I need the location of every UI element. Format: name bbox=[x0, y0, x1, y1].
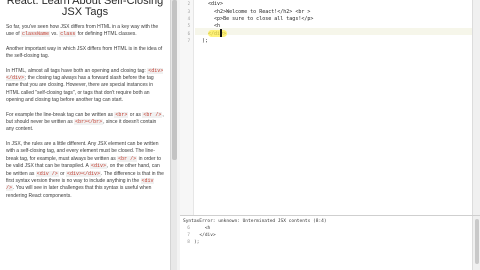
console-scrollbar[interactable] bbox=[472, 216, 480, 270]
inline-code: class bbox=[59, 31, 77, 38]
console-line-number: 7 bbox=[187, 233, 190, 238]
line-number: 2 bbox=[187, 1, 190, 7]
lesson-paragraph: In HTML, almost all tags have both an op… bbox=[6, 67, 164, 105]
inline-code: className bbox=[21, 31, 51, 38]
lesson-paragraph: Another important way in which JSX diffe… bbox=[6, 46, 164, 61]
console-scrollbar-thumb[interactable] bbox=[475, 219, 479, 264]
console-text: <h bbox=[194, 226, 211, 231]
line-number: 6 bbox=[187, 30, 190, 36]
console-text: SyntaxError: unknown: Unterminated JSX c… bbox=[183, 219, 327, 224]
lesson-paragraph: For example the line-break tag can be wr… bbox=[6, 111, 164, 134]
code-line[interactable]: <h bbox=[202, 23, 220, 29]
editor-scrollbar[interactable] bbox=[472, 0, 480, 215]
inline-code: <div> bbox=[89, 163, 107, 170]
code-line[interactable]: ); bbox=[202, 38, 208, 44]
console-line: 7 </div> bbox=[183, 233, 216, 238]
inline-code: <br /> bbox=[142, 111, 163, 118]
paragraph-text: ; the closing tag always has a forward s… bbox=[6, 75, 154, 104]
console-line: 6 <h bbox=[183, 226, 210, 231]
paragraph-text: . You will see in later challenges that … bbox=[6, 185, 152, 199]
paragraph-text: In HTML, almost all tags have both an op… bbox=[6, 67, 148, 74]
lesson-paragraph: In JSX, the rules are a little different… bbox=[6, 141, 164, 200]
line-number: 7 bbox=[187, 37, 190, 43]
inline-code: <br /> bbox=[117, 155, 138, 162]
inline-code: <div /> bbox=[35, 170, 59, 177]
inline-code: <br></br> bbox=[74, 119, 104, 126]
lesson-body: So far, you've seen how JSX differs from… bbox=[0, 18, 170, 200]
paragraph-text: or bbox=[58, 170, 66, 177]
console-line: SyntaxError: unknown: Unterminated JSX c… bbox=[183, 219, 327, 224]
paragraph-text: vs. bbox=[50, 31, 60, 38]
paragraph-text: For example the line-break tag can be wr… bbox=[6, 111, 115, 118]
lesson-panel: React: Learn About Self-Closing JSX Tags… bbox=[0, 0, 170, 270]
code-line[interactable]: <h2>Welcome to React!</h2> <br > bbox=[202, 9, 310, 15]
inline-code: <br> bbox=[114, 111, 129, 118]
line-number: 5 bbox=[187, 23, 190, 29]
lesson-paragraph: So far, you've seen how JSX differs from… bbox=[6, 24, 164, 39]
console-text: </div> bbox=[194, 233, 216, 238]
paragraph-text: Another important way in which JSX diffe… bbox=[6, 45, 163, 60]
paragraph-text: for defining HTML classes. bbox=[76, 31, 137, 38]
code-line[interactable]: <p>Be sure to close all tags!</p> bbox=[202, 16, 313, 22]
console-line-number: 6 bbox=[187, 226, 190, 231]
lesson-scrollbar[interactable] bbox=[170, 0, 177, 270]
console-text: ); bbox=[194, 240, 200, 245]
line-number: 3 bbox=[187, 8, 190, 14]
lesson-title: React: Learn About Self-Closing JSX Tags bbox=[6, 0, 164, 18]
text-cursor-icon bbox=[220, 29, 222, 37]
code-line[interactable]: <div> bbox=[202, 1, 223, 7]
output-console: SyntaxError: unknown: Unterminated JSX c… bbox=[180, 216, 472, 270]
cursor-highlight bbox=[208, 30, 227, 37]
console-line-number: 8 bbox=[187, 240, 190, 245]
console-line: 8); bbox=[183, 240, 199, 245]
active-line-highlight bbox=[195, 28, 472, 35]
line-number: 4 bbox=[187, 15, 190, 21]
inline-code: <div></div> bbox=[66, 170, 102, 177]
paragraph-text: or as bbox=[128, 111, 143, 118]
